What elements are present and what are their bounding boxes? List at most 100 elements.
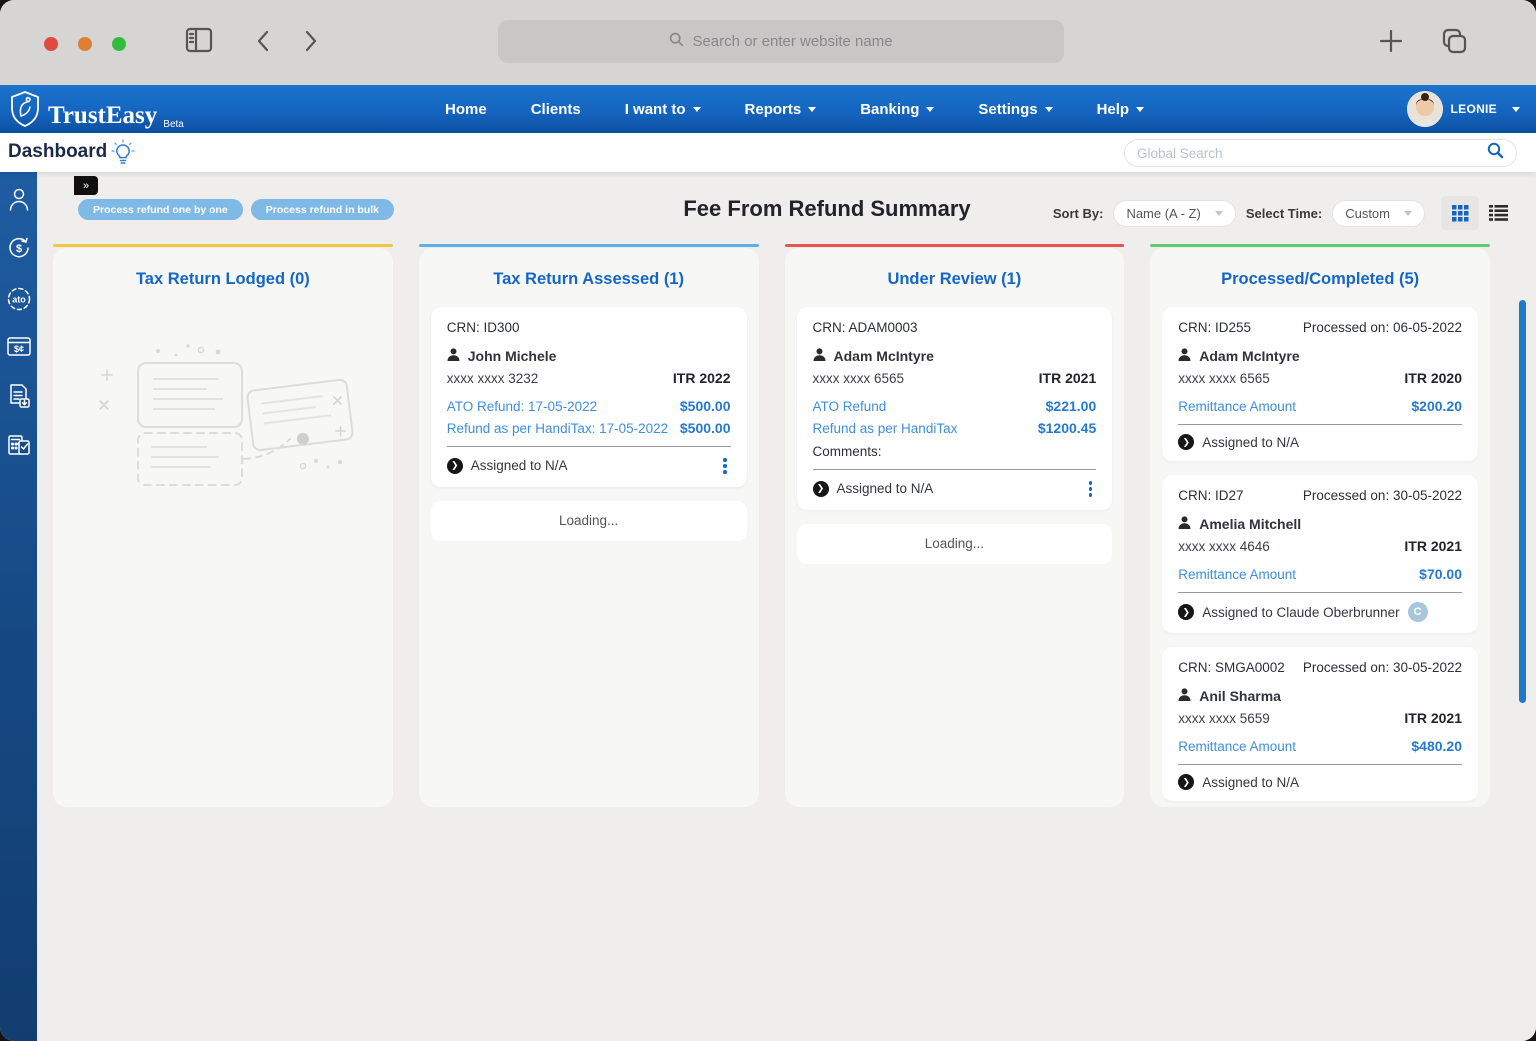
refund-dollar-icon[interactable]: $ (0, 236, 37, 260)
card-divider (812, 469, 1097, 470)
itr-year: ITR 2020 (1404, 370, 1462, 386)
grid-view-button[interactable] (1441, 196, 1479, 230)
column-title: Processed/Completed (5) (1221, 270, 1420, 288)
card-divider (446, 446, 731, 447)
client-name: Adam McIntyre (833, 348, 934, 364)
column-title: Tax Return Assessed (1) (493, 270, 684, 288)
chevron-down-icon (1512, 106, 1520, 116)
grid-icon (1451, 204, 1468, 221)
masked-account: xxxx xxxx 6565 (1178, 370, 1270, 386)
refund-line-label: Refund as per HandiTax: 17-05-2022 (446, 420, 669, 436)
chevron-down-icon (1404, 210, 1412, 220)
refund-card[interactable]: CRN: ADAM0003 Adam McIntyre xxxx xxxx 65… (796, 307, 1113, 510)
new-tab-icon[interactable] (1376, 26, 1406, 61)
sidebar-expand-icon[interactable]: » (74, 176, 98, 195)
refund-line-amount: $1200.45 (1037, 420, 1097, 436)
chevron-down-icon (808, 106, 817, 116)
client-name: Amelia Mitchell (1199, 516, 1302, 532)
browser-search-placeholder: Search or enter website name (692, 33, 893, 50)
refund-line-amount: $480.20 (1411, 738, 1462, 754)
traffic-lights (44, 37, 126, 51)
column-accent-bar (53, 244, 393, 247)
processed-on: Processed on: 30-05-2022 (1302, 488, 1462, 503)
nav-item-settings[interactable]: Settings (978, 101, 1053, 118)
forward-icon[interactable] (300, 26, 322, 61)
user-name: LEONIE (1450, 102, 1497, 116)
refund-line-amount: $70.00 (1419, 566, 1462, 582)
card-crn: CRN: SMGA0002 (1178, 660, 1285, 675)
assigned-to: Assigned to N/A (836, 481, 934, 497)
clients-person-icon[interactable] (0, 186, 37, 212)
document-download-icon[interactable] (0, 383, 37, 409)
chevron-down-icon (926, 106, 935, 116)
ato-icon[interactable]: ato (0, 286, 37, 312)
tab-overview-icon[interactable] (1438, 26, 1470, 63)
brand-beta-label: Beta (163, 119, 184, 130)
person-icon (1178, 348, 1191, 364)
brand-logo[interactable]: TrustEasy Beta (8, 90, 184, 133)
refund-card[interactable]: CRN: ID300 John Michele xxxx xxxx 3232 I… (430, 307, 747, 487)
column-scrollbar[interactable] (1519, 300, 1526, 703)
svg-text:$¢: $¢ (13, 344, 23, 354)
refund-line-label: Refund as per HandiTax (812, 420, 958, 436)
assigned-to: Assigned to N/A (1202, 434, 1300, 450)
client-name: Adam McIntyre (1199, 348, 1300, 364)
column-accent-bar (1150, 244, 1490, 247)
brand-shield-icon (8, 90, 42, 133)
back-icon[interactable] (252, 26, 274, 61)
dashboard-content: » Fee From Refund Summary Process refund… (37, 172, 1536, 1041)
sort-by-select[interactable]: Name (A - Z) (1113, 199, 1236, 227)
process-refund-in-bulk-button[interactable]: Process refund in bulk (250, 199, 394, 220)
processed-on: Processed on: 30-05-2022 (1302, 660, 1462, 675)
global-search-input[interactable] (1137, 145, 1487, 161)
process-refund-one-by-one-button[interactable]: Process refund one by one (78, 199, 243, 220)
page-title: Dashboard (8, 141, 108, 162)
kanban-board: Tax Return Lodged (0) Tax Return Assesse… (53, 244, 1490, 807)
card-crn: CRN: ID255 (1178, 320, 1252, 335)
search-icon[interactable] (1487, 142, 1504, 164)
sort-by-label: Sort By: (1052, 205, 1104, 221)
chevron-down-icon (1136, 106, 1145, 116)
arrow-circle-icon: ❯ (812, 480, 829, 497)
nav-item-i-want-to[interactable]: I want to (625, 101, 701, 118)
card-crn: CRN: ID27 (1178, 488, 1244, 503)
nav-item-home[interactable]: Home (445, 101, 487, 118)
column-processed-completed: Processed/Completed (5) CRN: ID255 Proce… (1150, 244, 1490, 807)
nav-item-reports[interactable]: Reports (745, 101, 817, 118)
itr-year: ITR 2021 (1404, 710, 1462, 726)
nav-menu: Home Clients I want to Reports Banking S… (445, 85, 1145, 133)
select-time-select[interactable]: Custom (1332, 199, 1425, 227)
card-menu-icon[interactable] (1085, 479, 1097, 499)
refund-card[interactable]: CRN: SMGA0002 Processed on: 30-05-2022 A… (1162, 647, 1478, 801)
browser-search-bar[interactable]: Search or enter website name (498, 20, 1064, 63)
close-window-button[interactable] (44, 37, 58, 51)
processed-on: Processed on: 06-05-2022 (1302, 320, 1462, 335)
nav-item-clients[interactable]: Clients (531, 101, 581, 118)
nav-item-help[interactable]: Help (1097, 101, 1145, 118)
card-menu-icon[interactable] (719, 456, 731, 476)
card-divider (1178, 424, 1462, 425)
refund-line-amount: $500.00 (679, 420, 731, 436)
zoom-window-button[interactable] (112, 37, 126, 51)
itr-year: ITR 2022 (672, 370, 731, 386)
assigned-to: Assigned to N/A (470, 458, 568, 474)
nav-item-banking[interactable]: Banking (860, 101, 935, 118)
user-menu[interactable]: LEONIE (1406, 85, 1520, 133)
browser-sidebar-icon[interactable] (184, 26, 214, 59)
masked-account: xxxx xxxx 5659 (1178, 710, 1270, 726)
avatar (1406, 91, 1443, 127)
person-icon (1178, 688, 1191, 704)
calculator-report-icon[interactable] (0, 432, 37, 458)
minimize-window-button[interactable] (78, 37, 92, 51)
list-view-button[interactable] (1479, 196, 1517, 230)
refund-line-label: Remittance Amount (1178, 738, 1297, 754)
board-controls: Sort By: Name (A - Z) Select Time: Custo… (1053, 196, 1517, 230)
payment-window-icon[interactable]: $¢ (0, 335, 37, 359)
itr-year: ITR 2021 (1404, 538, 1462, 554)
arrow-circle-icon: ❯ (1178, 604, 1195, 620)
client-name: Anil Sharma (1199, 688, 1281, 704)
refund-card[interactable]: CRN: ID27 Processed on: 30-05-2022 Ameli… (1162, 475, 1478, 633)
refund-card[interactable]: CRN: ID255 Processed on: 06-05-2022 Adam… (1162, 307, 1478, 461)
hint-bulb-icon[interactable] (110, 139, 136, 172)
masked-account: xxxx xxxx 3232 (446, 370, 539, 386)
